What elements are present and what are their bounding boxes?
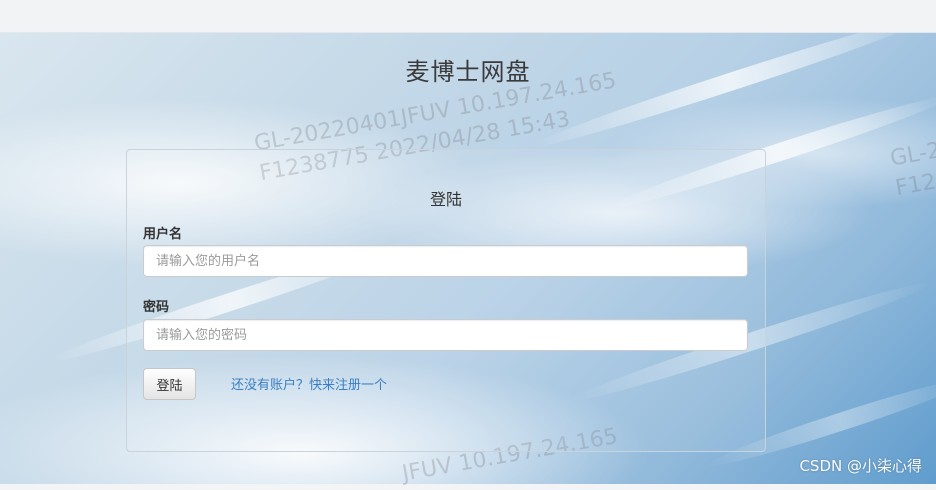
login-heading: 登陆: [429, 190, 462, 209]
login-button[interactable]: 登陆: [143, 368, 196, 400]
app-title: 麦博士网盘: [405, 58, 531, 86]
password-label: 密码: [143, 300, 170, 315]
username-label: 用户名: [143, 227, 183, 242]
login-panel: 登陆 用户名 密码 登陆 还没有账户？快来注册一个: [126, 149, 766, 452]
register-link[interactable]: 还没有账户？快来注册一个: [231, 374, 387, 393]
username-input[interactable]: [143, 245, 748, 277]
csdn-credit: CSDN @小柒心得: [799, 457, 922, 475]
password-input[interactable]: [143, 319, 748, 351]
top-bar: [0, 0, 936, 33]
